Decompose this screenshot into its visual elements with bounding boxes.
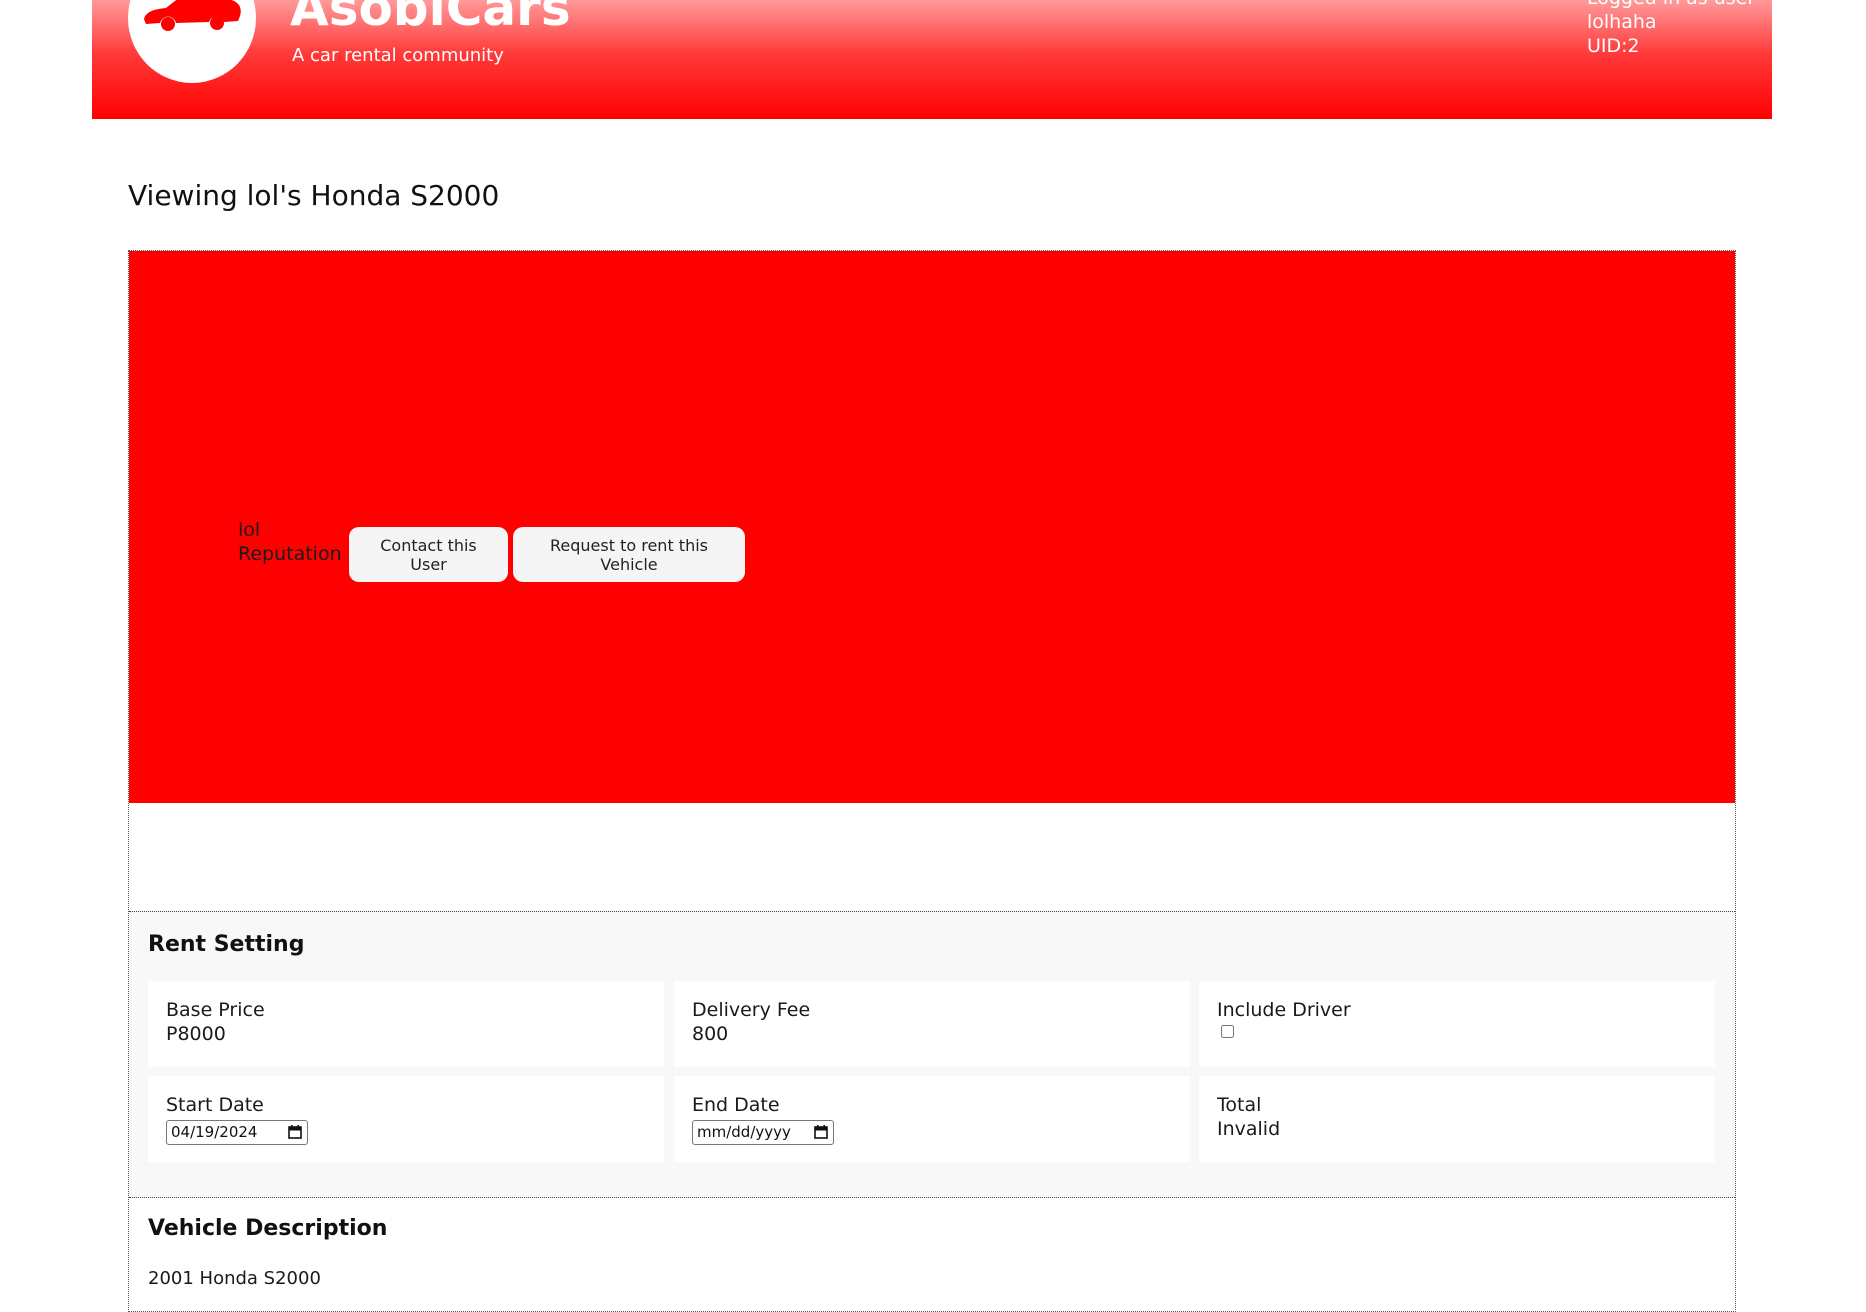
page-title: Viewing lol's Honda S2000 bbox=[128, 179, 500, 212]
end-date-input[interactable]: mm/dd/yyyy bbox=[692, 1120, 834, 1145]
vehicle-description-title: Vehicle Description bbox=[148, 1216, 388, 1241]
delivery-fee-label: Delivery Fee bbox=[692, 999, 811, 1021]
rent-setting-section: Rent Setting Base Price P8000 Delivery F… bbox=[129, 911, 1735, 1198]
end-date-label: End Date bbox=[692, 1094, 780, 1116]
base-price-label: Base Price bbox=[166, 999, 265, 1021]
start-date-input[interactable]: 04/19/2024 bbox=[166, 1120, 308, 1145]
total-label: Total bbox=[1217, 1094, 1262, 1116]
base-price-card: Base Price P8000 bbox=[148, 981, 664, 1067]
owner-name[interactable]: lol bbox=[238, 519, 260, 541]
calendar-icon[interactable] bbox=[814, 1125, 828, 1139]
base-price-value: P8000 bbox=[166, 1023, 226, 1045]
start-date-label: Start Date bbox=[166, 1094, 264, 1116]
end-date-placeholder: mm/dd/yyyy bbox=[697, 1123, 791, 1141]
vehicle-description-text: 2001 Honda S2000 bbox=[148, 1268, 321, 1289]
logged-in-label: Logged in as user bbox=[1587, 0, 1755, 10]
reputation-stars: ★★★★★ bbox=[247, 569, 329, 589]
site-header: AsobiCars A car rental community Logged … bbox=[92, 0, 1772, 119]
car-silhouette-icon bbox=[144, 0, 241, 31]
start-date-card: Start Date 04/19/2024 bbox=[148, 1076, 664, 1162]
calendar-icon[interactable] bbox=[288, 1125, 302, 1139]
delivery-fee-card: Delivery Fee 800 bbox=[674, 981, 1190, 1067]
end-date-card: End Date mm/dd/yyyy bbox=[674, 1076, 1190, 1162]
total-value: Invalid bbox=[1217, 1118, 1281, 1140]
user-info: Logged in as user lolhaha UID:2 bbox=[1587, 0, 1755, 58]
contact-user-button[interactable]: Contact this User bbox=[349, 527, 508, 582]
include-driver-checkbox[interactable] bbox=[1221, 1025, 1234, 1038]
vehicle-panel: lol Reputation ★★★★★ Contact this User R… bbox=[128, 250, 1736, 1312]
request-rent-button[interactable]: Request to rent this Vehicle bbox=[513, 527, 745, 582]
avatar[interactable] bbox=[148, 519, 220, 591]
include-driver-card: Include Driver bbox=[1199, 981, 1715, 1067]
username: lolhaha bbox=[1587, 11, 1657, 33]
delivery-fee-value: 800 bbox=[692, 1023, 729, 1045]
total-card: Total Invalid bbox=[1199, 1076, 1715, 1162]
user-id: UID:2 bbox=[1587, 35, 1640, 57]
rent-setting-title: Rent Setting bbox=[148, 932, 305, 957]
brand-name[interactable]: AsobiCars bbox=[290, 0, 571, 38]
reputation-label: Reputation bbox=[238, 543, 342, 565]
tagline: A car rental community bbox=[292, 45, 504, 66]
vehicle-description-section: Vehicle Description 2001 Honda S2000 bbox=[129, 1198, 1735, 1311]
start-date-value: 04/19/2024 bbox=[171, 1123, 258, 1141]
logo[interactable] bbox=[128, 0, 256, 83]
include-driver-label: Include Driver bbox=[1217, 999, 1351, 1021]
